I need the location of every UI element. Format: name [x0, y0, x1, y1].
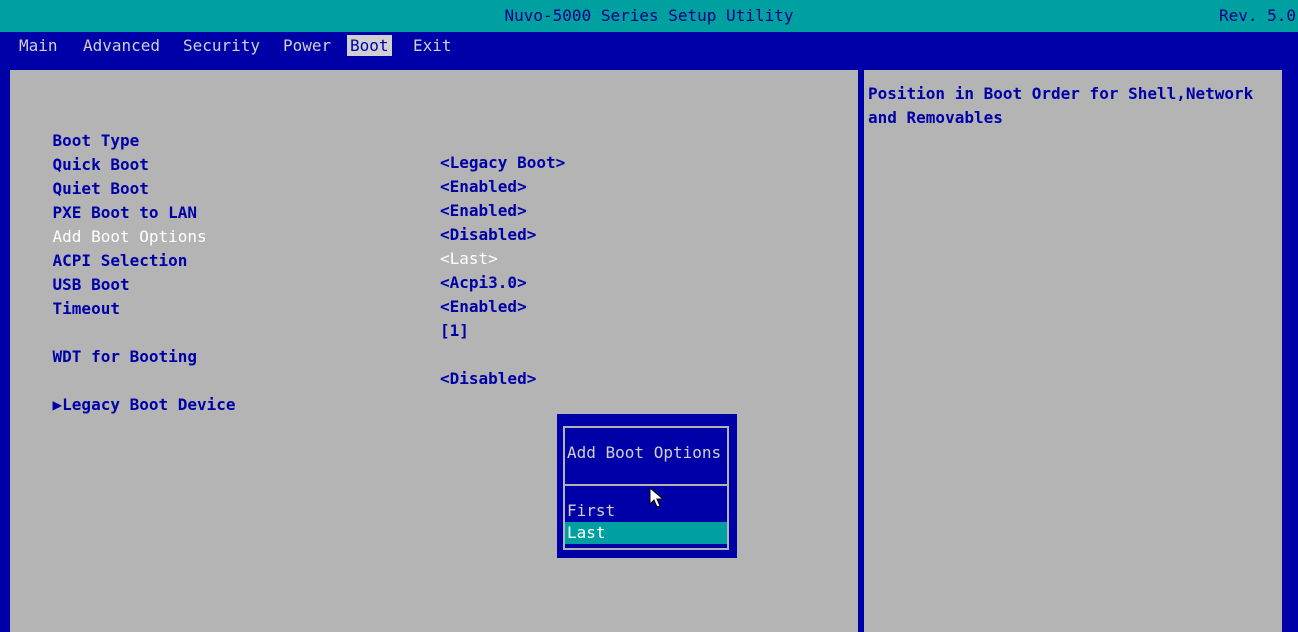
menu-advanced[interactable]: Advanced: [80, 35, 163, 56]
setting-value[interactable]: <Disabled>: [440, 368, 536, 390]
setting-quiet-boot[interactable]: Quiet Boot <Enabled>: [14, 156, 527, 220]
mouse-cursor-icon: [648, 486, 668, 510]
setting-usb-boot[interactable]: USB Boot <Enabled>: [14, 252, 527, 316]
setting-quick-boot[interactable]: Quick Boot <Enabled>: [14, 132, 527, 196]
setting-label: ▶Legacy Boot Device: [52, 395, 236, 414]
setting-pxe-boot[interactable]: PXE Boot to LAN <Disabled>: [14, 180, 537, 244]
setting-label: Timeout: [52, 299, 120, 318]
setting-add-boot-options[interactable]: Add Boot Options <Last>: [14, 204, 498, 268]
setting-value[interactable]: <Last>: [440, 248, 498, 270]
add-boot-options-dialog: Add Boot Options First Last: [557, 414, 737, 558]
setting-acpi-selection[interactable]: ACPI Selection <Acpi3.0>: [14, 228, 527, 292]
submenu-legacy-boot-device[interactable]: ▶Legacy Boot Device: [14, 372, 236, 414]
revision-label: Rev. 5.0: [1218, 6, 1296, 25]
help-text: Position in Boot Order for Shell,Network…: [868, 84, 1254, 127]
setting-wdt-booting[interactable]: WDT for Booting <Disabled>: [14, 324, 537, 388]
dialog-divider: [565, 484, 727, 486]
app-title: Nuvo-5000 Series Setup Utility: [504, 6, 794, 25]
help-panel: Position in Boot Order for Shell,Network…: [862, 68, 1284, 632]
option-last[interactable]: Last: [565, 522, 727, 544]
setting-value[interactable]: <Acpi3.0>: [440, 272, 527, 294]
option-first[interactable]: First: [565, 500, 727, 522]
setting-value[interactable]: <Enabled>: [440, 296, 527, 318]
setting-label: WDT for Booting: [52, 347, 198, 366]
setting-value[interactable]: [1]: [440, 320, 469, 342]
menu-main[interactable]: Main: [16, 35, 61, 56]
setting-value[interactable]: <Disabled>: [440, 224, 536, 246]
setting-value[interactable]: <Legacy Boot>: [440, 152, 565, 174]
setting-boot-type[interactable]: Boot Type <Legacy Boot>: [14, 108, 566, 172]
setting-value[interactable]: <Enabled>: [440, 200, 527, 222]
menu-bar: Main Advanced Security Power Boot Exit: [0, 32, 1298, 58]
menu-power[interactable]: Power: [280, 35, 334, 56]
menu-exit[interactable]: Exit: [410, 35, 455, 56]
setting-value[interactable]: <Enabled>: [440, 176, 527, 198]
title-bar: Nuvo-5000 Series Setup Utility Rev. 5.0: [0, 0, 1298, 32]
menu-security[interactable]: Security: [180, 35, 263, 56]
menu-boot[interactable]: Boot: [347, 35, 392, 56]
setting-timeout[interactable]: Timeout [1]: [14, 276, 469, 340]
dialog-frame: Add Boot Options First Last: [563, 426, 729, 550]
dialog-title: Add Boot Options: [567, 443, 722, 462]
